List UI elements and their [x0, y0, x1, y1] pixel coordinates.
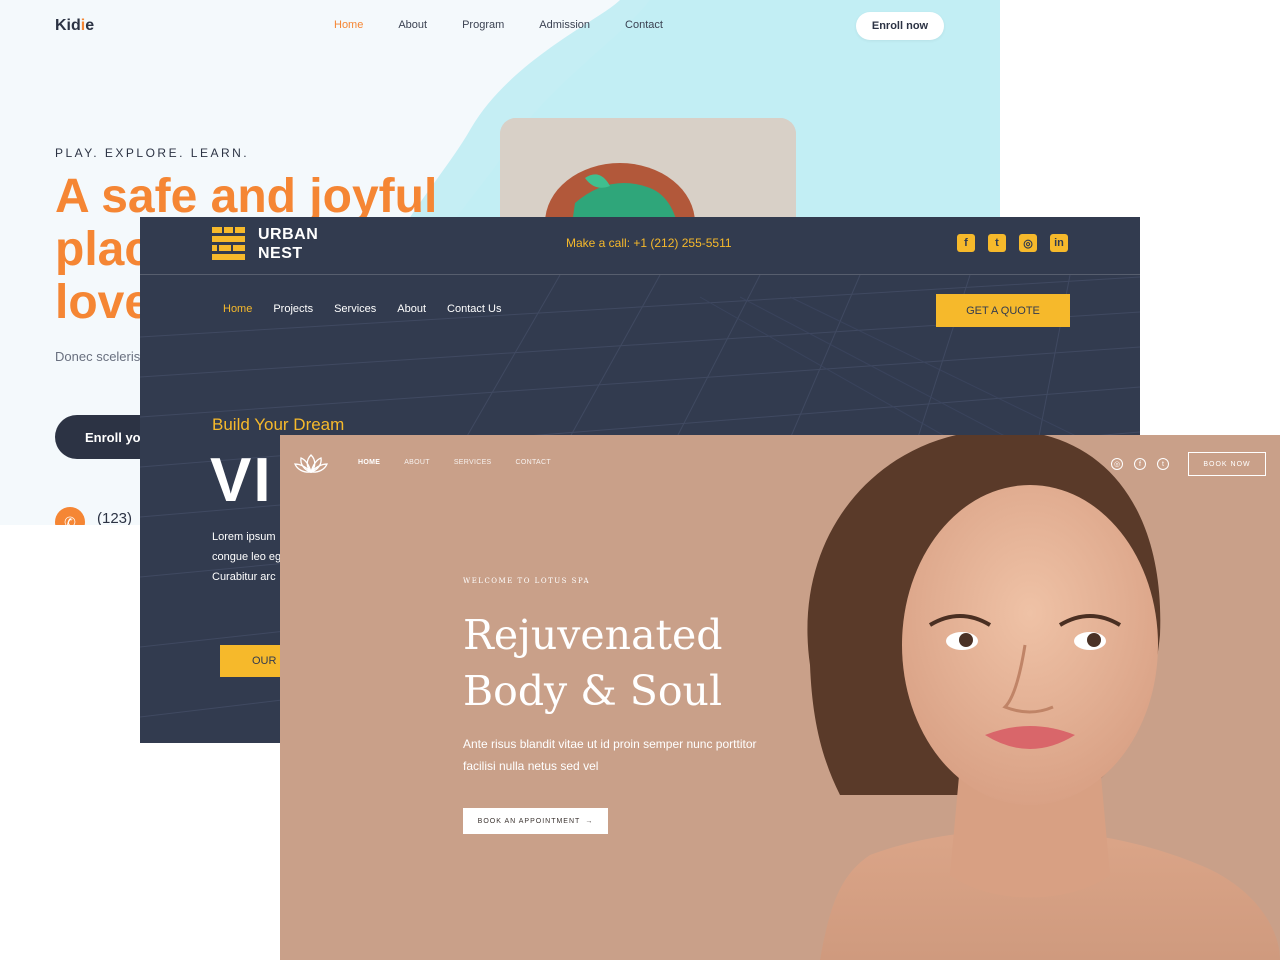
lotus-logo-icon[interactable]	[294, 452, 328, 474]
nav-about[interactable]: About	[397, 303, 426, 315]
nav-home[interactable]: Home	[223, 303, 252, 315]
phone-number: (123)	[97, 510, 133, 525]
nav-contact[interactable]: Contact	[625, 19, 663, 31]
hero-headline: VI	[210, 446, 273, 515]
nav-program[interactable]: Program	[462, 19, 504, 31]
instagram-icon[interactable]: ◎	[1019, 234, 1037, 252]
call-info[interactable]: Make a call: +1 (212) 255-5511	[566, 236, 732, 250]
twitter-icon[interactable]: t	[1157, 458, 1169, 470]
nav-services[interactable]: SERVICES	[454, 459, 492, 466]
nav-projects[interactable]: Projects	[273, 303, 313, 315]
urban-main-nav: Home Projects Services About Contact Us	[223, 303, 522, 315]
nav-about[interactable]: ABOUT	[404, 459, 430, 466]
nav-about[interactable]: About	[398, 19, 427, 31]
kidie-logo[interactable]: Kidie	[55, 17, 94, 35]
book-appointment-button[interactable]: BOOK AN APPOINTMENT →	[463, 808, 608, 834]
lotus-spa-template-preview: HOME ABOUT SERVICES CONTACT ◎ f t BOOK N…	[280, 435, 1280, 960]
hero-kicker: WELCOME TO LOTUS SPA	[463, 577, 591, 585]
logo-text: Kid	[55, 17, 81, 34]
hero-kicker: Build Your Dream	[212, 415, 345, 434]
facebook-icon[interactable]: f	[1134, 458, 1146, 470]
book-now-button[interactable]: BOOK NOW	[1188, 452, 1266, 476]
instagram-icon[interactable]: ◎	[1111, 458, 1123, 470]
facebook-icon[interactable]: f	[957, 234, 975, 252]
nav-admission[interactable]: Admission	[539, 19, 590, 31]
header-divider	[140, 274, 1140, 275]
logo-text-end: e	[85, 17, 95, 34]
lotus-main-nav: HOME ABOUT SERVICES CONTACT	[358, 459, 575, 466]
button-label: BOOK AN APPOINTMENT	[477, 817, 581, 825]
nav-services[interactable]: Services	[334, 303, 376, 315]
kidie-main-nav: Home About Program Admission Contact	[334, 19, 698, 31]
headline-line-1: Rejuvenated	[463, 611, 723, 659]
hero-tagline: PLAY. EXPLORE. LEARN.	[55, 146, 250, 160]
woman-portrait-photo	[780, 435, 1280, 960]
linkedin-icon[interactable]: in	[1050, 234, 1068, 252]
logo-line-2: NEST	[258, 245, 303, 262]
logo-line-1: URBAN	[258, 226, 319, 243]
nav-home[interactable]: Home	[334, 19, 363, 31]
nav-contact[interactable]: CONTACT	[516, 459, 551, 466]
brick-wall-logo-icon	[212, 227, 245, 260]
twitter-icon[interactable]: t	[988, 234, 1006, 252]
hero-description: Ante risus blandit vitae ut id proin sem…	[463, 737, 757, 773]
hero-headline: Rejuvenated Body & Soul	[463, 607, 803, 719]
nav-home[interactable]: HOME	[358, 459, 380, 466]
social-links: ◎ f t	[1111, 458, 1169, 470]
social-links: f t ◎ in	[957, 234, 1068, 252]
get-a-quote-button[interactable]: GET A QUOTE	[936, 294, 1070, 327]
enroll-now-button[interactable]: Enroll now	[856, 12, 944, 40]
headline-line-2: Body & Soul	[463, 667, 723, 715]
arrow-right-icon: →	[585, 817, 594, 825]
nav-contact-us[interactable]: Contact Us	[447, 303, 501, 315]
urban-nest-logo[interactable]: URBAN NEST	[258, 225, 318, 263]
